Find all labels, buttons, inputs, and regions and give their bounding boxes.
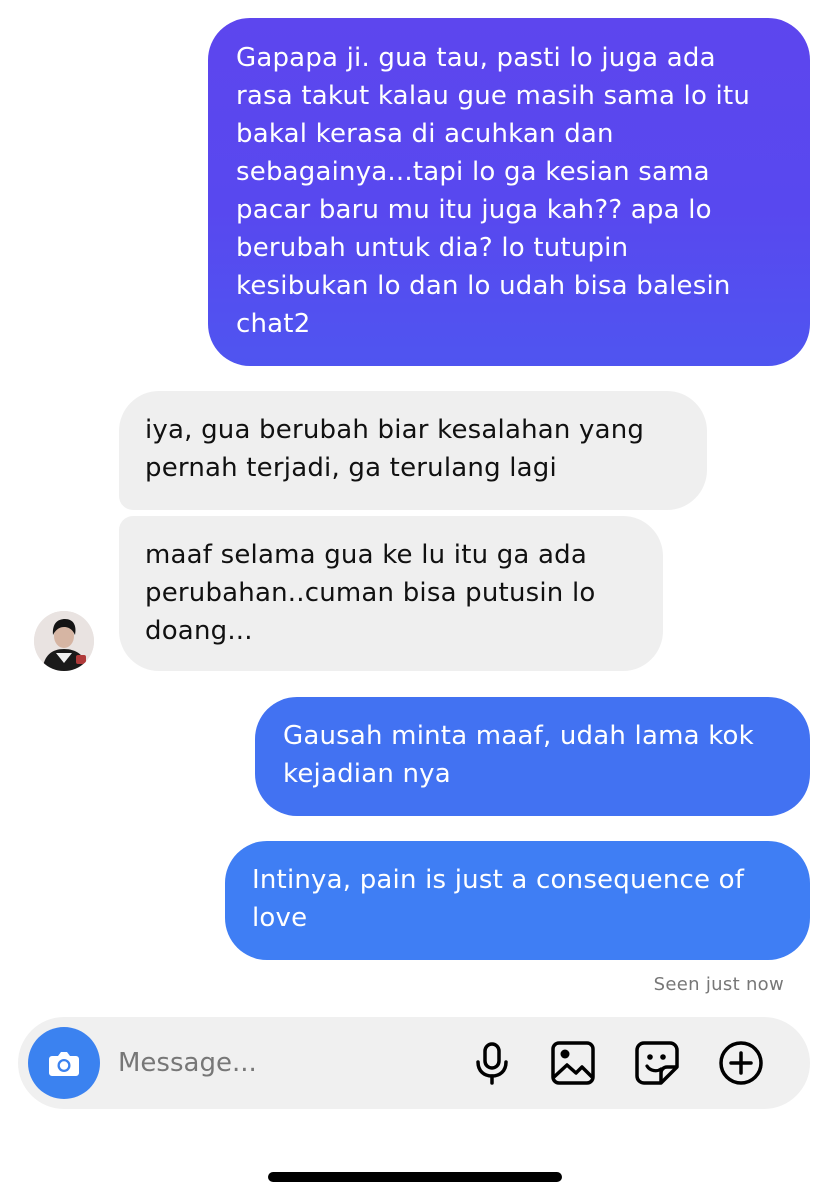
- message-input[interactable]: [118, 1041, 418, 1085]
- gallery-button[interactable]: [549, 1039, 597, 1087]
- microphone-icon: [476, 1042, 508, 1085]
- sticker-icon: [635, 1041, 679, 1085]
- gallery-icon: [551, 1041, 595, 1085]
- received-message-bubble[interactable]: maaf selama gua ke lu itu ga ada perubah…: [119, 516, 663, 671]
- microphone-button[interactable]: [468, 1039, 516, 1087]
- contact-avatar-image: [34, 611, 94, 671]
- sticker-button[interactable]: [633, 1039, 681, 1087]
- sent-message-bubble[interactable]: Gausah minta maaf, udah lama kok kejadia…: [255, 697, 810, 816]
- camera-icon: [49, 1052, 79, 1076]
- sent-message-bubble[interactable]: Intinya, pain is just a consequence of l…: [225, 841, 810, 960]
- camera-button[interactable]: [28, 1027, 100, 1099]
- seen-status: Seen just now: [653, 974, 784, 995]
- received-message-bubble[interactable]: iya, gua berubah biar kesalahan yang per…: [119, 391, 707, 510]
- sent-message-bubble[interactable]: Gapapa ji. gua tau, pasti lo juga ada ra…: [208, 18, 810, 366]
- contact-avatar[interactable]: [34, 611, 94, 671]
- message-composer: [18, 1017, 810, 1109]
- plus-icon: [719, 1041, 763, 1085]
- home-indicator[interactable]: [268, 1172, 562, 1182]
- more-button[interactable]: [717, 1039, 765, 1087]
